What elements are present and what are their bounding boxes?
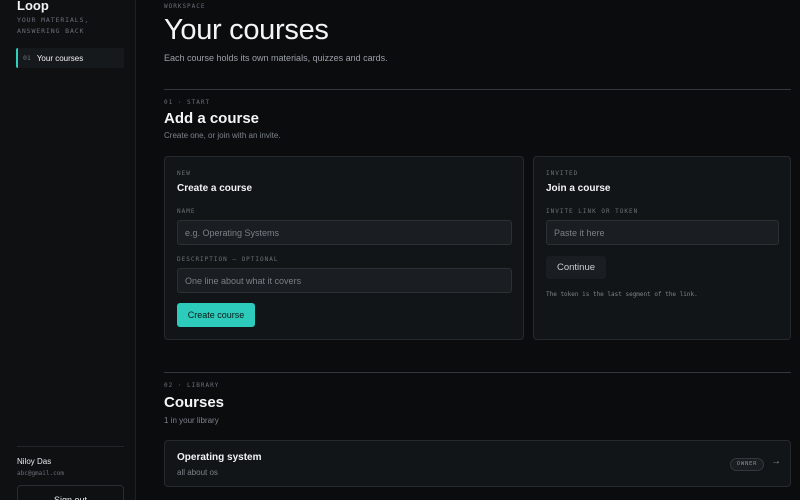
- arrow-right-icon[interactable]: →: [771, 456, 781, 467]
- add-section-eyebrow: 01 · START: [164, 99, 211, 106]
- page-title: Your courses: [164, 14, 329, 46]
- course-name: Operating system: [177, 452, 262, 463]
- sidebar-item-your-courses[interactable]: 01 Your courses: [16, 48, 124, 68]
- invite-token-input[interactable]: [546, 220, 779, 245]
- continue-button[interactable]: Continue: [546, 256, 606, 279]
- join-card-title: Join a course: [546, 183, 611, 194]
- brand-logo[interactable]: Loop: [17, 0, 49, 13]
- user-email: abc@gmail.com: [17, 470, 64, 477]
- brand-tagline: YOUR MATERIALS, ANSWERING BACK: [17, 15, 89, 37]
- create-course-button[interactable]: Create course: [177, 303, 255, 327]
- course-description-input[interactable]: [177, 268, 512, 293]
- course-name-label: NAME: [177, 208, 196, 215]
- section-divider: [164, 89, 791, 90]
- create-card-eyebrow: NEW: [177, 170, 191, 177]
- add-section-subtitle: Create one, or join with an invite.: [164, 131, 281, 140]
- sidebar-item-number: 01: [23, 54, 31, 62]
- library-section-title: Courses: [164, 394, 225, 411]
- page-eyebrow: WORKSPACE: [164, 3, 206, 10]
- tagline-line-1: YOUR MATERIALS,: [17, 16, 90, 24]
- invite-token-label: INVITE LINK OR TOKEN: [546, 208, 639, 215]
- token-hint: The token is the last segment of the lin…: [546, 291, 698, 298]
- library-section-eyebrow: 02 · LIBRARY: [164, 382, 220, 389]
- main-content: WORKSPACE Your courses Each course holds…: [164, 0, 791, 500]
- course-card[interactable]: Operating system all about os OWNER →: [164, 440, 791, 487]
- course-description: all about os: [177, 468, 218, 477]
- user-name: Niloy Das: [17, 457, 52, 466]
- tagline-line-2: ANSWERING BACK: [17, 27, 85, 35]
- section-divider: [164, 372, 791, 373]
- course-description-label: DESCRIPTION — OPTIONAL: [177, 256, 279, 263]
- course-name-input[interactable]: [177, 220, 512, 245]
- sign-out-button[interactable]: Sign out: [17, 485, 124, 500]
- sidebar-item-label: Your courses: [36, 53, 84, 63]
- page-subtitle: Each course holds its own materials, qui…: [164, 53, 388, 63]
- role-badge: OWNER: [730, 458, 764, 471]
- create-course-card: NEW Create a course NAME DESCRIPTION — O…: [164, 156, 524, 340]
- sidebar: Loop YOUR MATERIALS, ANSWERING BACK 01 Y…: [0, 0, 136, 500]
- sidebar-divider: [17, 446, 124, 447]
- create-card-title: Create a course: [177, 183, 253, 194]
- join-course-card: INVITED Join a course INVITE LINK OR TOK…: [533, 156, 791, 340]
- join-card-eyebrow: INVITED: [546, 170, 579, 177]
- add-section-title: Add a course: [164, 110, 260, 127]
- library-section-subtitle: 1 in your library: [164, 416, 219, 425]
